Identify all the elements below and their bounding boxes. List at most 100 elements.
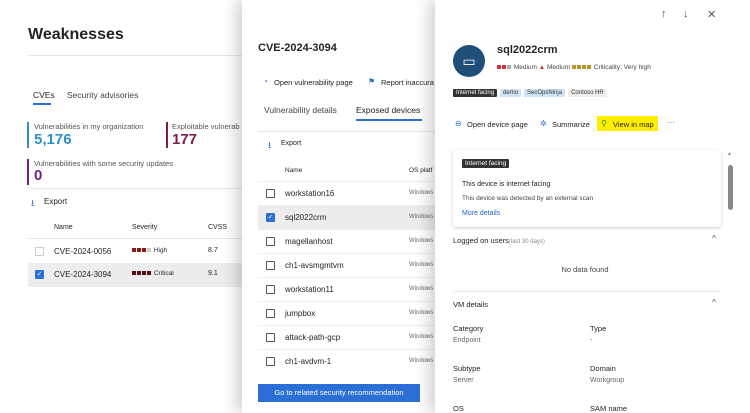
report-inaccuracy-button[interactable]: Report inaccura (381, 78, 434, 87)
vm-details-header[interactable]: VM details (453, 300, 488, 309)
device-name[interactable]: attack-path-gcp (285, 333, 340, 342)
field-value: Workgroup (590, 377, 625, 384)
row-checkbox[interactable] (266, 189, 275, 198)
risk-icon (497, 65, 501, 69)
column-header[interactable]: Severity (132, 224, 157, 231)
export-button[interactable]: Export (44, 197, 67, 206)
column-header[interactable]: Name (285, 167, 302, 174)
panel-title: CVE-2024-3094 (258, 42, 337, 54)
table-row[interactable]: CVE-2024-0056 High 8.7 (28, 241, 243, 263)
summarize-button[interactable]: Summarize (552, 120, 590, 129)
row-checkbox[interactable] (35, 247, 44, 256)
cve-name[interactable]: CVE-2024-0056 (54, 247, 111, 256)
device-row[interactable]: ch1-avdvm-1 Windows (258, 349, 442, 373)
stat-value[interactable]: 5,176 (34, 131, 72, 148)
cvss: 8.7 (208, 247, 218, 254)
scrollbar-thumb[interactable] (728, 165, 733, 210)
cve-panel: CVE-2024-3094 ◔ Open vulnerability page … (242, 0, 442, 413)
column-header[interactable]: CVSS (208, 224, 227, 231)
divider (28, 188, 243, 189)
device-name[interactable]: workstation11 (285, 285, 334, 294)
device-name[interactable]: jumpbox (285, 309, 315, 318)
device-row[interactable]: attack-path-gcp Windows (258, 325, 442, 349)
stat-label: Exploitable vulnerab (172, 122, 240, 131)
device-name[interactable]: ch1-avdvm-1 (285, 357, 331, 366)
row-checkbox[interactable] (266, 261, 275, 270)
column-header[interactable]: OS platf (409, 167, 432, 174)
divider (258, 131, 442, 132)
close-icon[interactable]: ✕ (707, 8, 716, 21)
row-checkbox[interactable] (266, 357, 275, 366)
stat-label: Vulnerabilities in my organization (34, 122, 144, 131)
tag[interactable]: SecOpsNinja (524, 89, 566, 97)
tab-underline (33, 103, 51, 105)
divider (28, 55, 243, 56)
device-row[interactable]: ch1-avsmgmtvm Windows (258, 253, 442, 277)
severity-icon (132, 271, 136, 275)
device-name[interactable]: ch1-avsmgmtvm (285, 261, 344, 270)
row-checkbox[interactable] (266, 237, 275, 246)
scroll-up-icon[interactable]: ▲ (727, 151, 732, 157)
device-name[interactable]: magellanhost (285, 237, 333, 246)
logged-on-users-header[interactable]: Logged on users(last 30 days) (453, 236, 545, 245)
open-device-page-button[interactable]: Open device page (467, 120, 528, 129)
more-details-link[interactable]: More details (462, 210, 500, 217)
download-icon: ⭳ (268, 140, 272, 150)
go-to-recommendation-button[interactable]: Go to related security recommendation (258, 384, 420, 402)
device-row[interactable]: ✓ sql2022crm Windows (258, 205, 442, 229)
field-label: Subtype (453, 364, 481, 373)
divider (28, 238, 243, 239)
divider (453, 291, 721, 292)
stat-value[interactable]: 0 (34, 167, 42, 184)
row-checkbox[interactable]: ✓ (35, 270, 44, 279)
tab-security-advisories[interactable]: Security advisories (67, 90, 138, 100)
column-header[interactable]: Name (54, 224, 73, 231)
stat-value[interactable]: 177 (172, 131, 197, 148)
row-checkbox[interactable] (266, 309, 275, 318)
field-value: - (590, 337, 593, 344)
arrow-down-icon[interactable]: ↓ (683, 8, 689, 20)
stat-label: Vulnerabilities with some security updat… (34, 159, 173, 168)
summarize-icon: ✲ (540, 119, 547, 128)
empty-state: No data found (561, 265, 609, 274)
os-platform: Windows (409, 358, 434, 364)
stat-bar (166, 122, 168, 148)
table-row-selected[interactable]: ✓ CVE-2024-3094 Critical 9.1 (28, 263, 243, 287)
tab-vulnerability-details[interactable]: Vulnerability details (264, 105, 337, 115)
chevron-up-icon[interactable]: ^ (712, 234, 716, 243)
arrow-up-icon[interactable]: ↑ (661, 8, 667, 20)
tab-exposed-devices[interactable]: Exposed devices (356, 105, 420, 115)
device-row[interactable]: magellanhost Windows (258, 229, 442, 253)
tag[interactable]: Internet facing (453, 89, 498, 97)
device-row[interactable]: jumpbox Windows (258, 301, 442, 325)
cve-name[interactable]: CVE-2024-3094 (54, 270, 111, 279)
open-icon: ◔ (263, 77, 268, 86)
tag[interactable]: demo (500, 89, 522, 97)
exposure-level: Medium (547, 64, 571, 71)
device-name[interactable]: sql2022crm (285, 213, 326, 222)
report-icon: ⚑ (368, 77, 376, 86)
row-checkbox[interactable] (266, 285, 275, 294)
os-platform: Windows (409, 334, 434, 340)
open-vulnerability-page-button[interactable]: Open vulnerability page (274, 78, 353, 87)
device-row[interactable]: workstation11 Windows (258, 277, 442, 301)
criticality-icon (571, 65, 576, 69)
more-icon[interactable]: ··· (667, 118, 675, 127)
tag[interactable]: Contoso HR (568, 89, 607, 97)
field-label: Category (453, 324, 484, 333)
chevron-up-icon[interactable]: ^ (712, 298, 716, 307)
tab-cves[interactable]: CVEs (33, 90, 55, 100)
severity: High (132, 247, 167, 254)
row-checkbox[interactable] (266, 333, 275, 342)
risk-level: Medium (513, 64, 537, 71)
card-description: This device was detected by an external … (462, 195, 594, 202)
device-name[interactable]: workstation16 (285, 189, 334, 198)
cvss: 9.1 (208, 270, 218, 277)
severity-icon (132, 248, 136, 252)
view-in-map-button[interactable]: ⚲ View in map (597, 116, 658, 131)
row-checkbox[interactable]: ✓ (266, 213, 275, 222)
tab-underline (356, 119, 422, 121)
device-row[interactable]: workstation16 Windows (258, 181, 442, 205)
export-button[interactable]: Export (281, 140, 301, 147)
field-label: Type (590, 324, 607, 333)
